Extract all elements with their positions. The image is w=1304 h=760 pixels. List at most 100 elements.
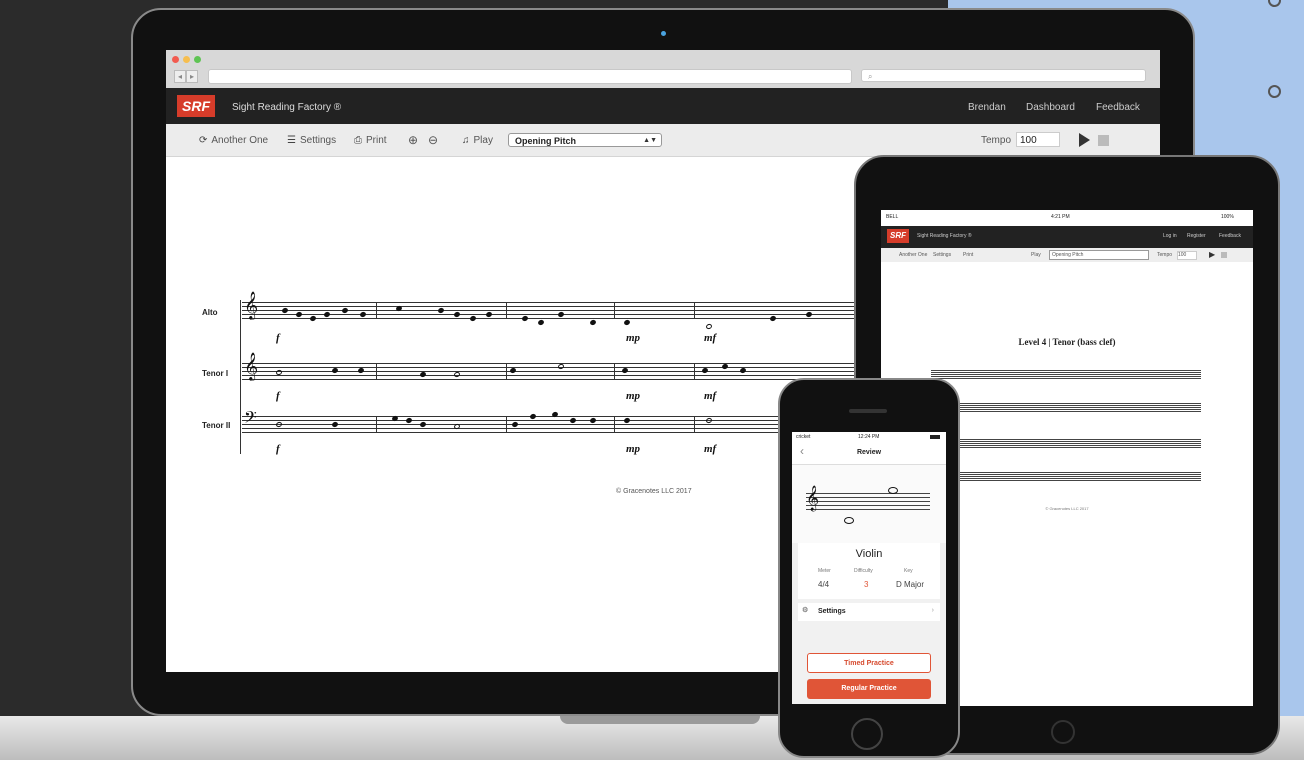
select-arrows-icon: ▲▼ <box>643 137 657 144</box>
search-icon: ⌕ <box>868 72 873 81</box>
printer-icon: ⎙ <box>354 135 362 146</box>
note <box>309 315 317 322</box>
chevron-right-icon: › <box>931 607 934 614</box>
another-one-button[interactable]: ⟳ Another One <box>199 135 268 146</box>
regular-practice-button[interactable]: Regular Practice <box>807 679 931 699</box>
tempo-label: Tempo <box>981 135 1012 146</box>
tablet-status-bar: BELL 4:21 PM 100% <box>886 214 1234 220</box>
bullet-icon <box>1268 85 1281 98</box>
tempo-input[interactable]: 100 <box>1016 132 1060 147</box>
note <box>469 315 477 322</box>
part-label-tenor-2: Tenor II <box>202 421 231 430</box>
timed-practice-button[interactable]: Timed Practice <box>807 653 931 673</box>
nav-user[interactable]: Brendan <box>968 102 1006 113</box>
phone-speaker <box>849 409 887 413</box>
phone-status-bar: cricket 12:24 PM <box>792 432 946 442</box>
part-label-alto: Alto <box>202 308 218 317</box>
piece-info-card: Violin Meter Difficulty Key 4/4 3 D Majo… <box>798 543 940 599</box>
dynamic-marking: mf <box>704 443 717 455</box>
nav-login[interactable]: Log in <box>1163 233 1177 239</box>
phone-screen: cricket 12:24 PM ‹ Review 𝄞 Violin Meter… <box>792 432 946 704</box>
play-mode-select[interactable]: Opening Pitch <box>1049 250 1149 260</box>
srf-logo[interactable]: SRF <box>177 95 215 117</box>
note <box>521 315 529 322</box>
minimize-window-icon[interactable] <box>183 56 190 63</box>
play-mode-select[interactable]: Opening Pitch ▲▼ <box>508 133 662 147</box>
play-icon[interactable]: ▶ <box>1209 250 1215 259</box>
battery-icon <box>930 435 940 439</box>
search-input[interactable]: ⌕ <box>861 69 1146 82</box>
system-barline <box>240 300 241 454</box>
note <box>537 319 545 326</box>
app-title: Sight Reading Factory ® <box>917 233 972 239</box>
stop-icon[interactable] <box>1221 252 1227 258</box>
tempo-label: Tempo <box>1157 252 1173 258</box>
settings-row[interactable]: ⚙ Settings › <box>798 603 940 621</box>
print-button[interactable]: ⎙ Print <box>354 135 387 146</box>
phone-home-button[interactable] <box>851 718 883 750</box>
bass-clef-icon: 𝄢 <box>244 409 257 431</box>
tablet-staff <box>931 370 1201 380</box>
address-bar[interactable] <box>208 69 852 84</box>
close-window-icon[interactable] <box>172 56 179 63</box>
note <box>705 323 713 330</box>
stop-icon[interactable] <box>1098 135 1109 146</box>
nav-feedback[interactable]: Feedback <box>1096 102 1140 113</box>
nav-register[interactable]: Register <box>1187 233 1206 239</box>
note <box>769 315 777 322</box>
instrument-name: Violin <box>855 548 883 560</box>
key-value: D Major <box>896 580 925 589</box>
tablet-staff <box>931 472 1201 482</box>
dynamic-marking: mp <box>626 443 641 455</box>
tablet-toolbar: Another One Settings Print Play Opening … <box>881 248 1253 262</box>
settings-button[interactable]: ☰ Settings <box>287 135 336 146</box>
difficulty-label: Difficulty <box>854 568 873 574</box>
app-title: Sight Reading Factory ® <box>232 102 342 113</box>
note <box>589 319 597 326</box>
dynamic-marking: f <box>276 332 280 344</box>
nav-feedback[interactable]: Feedback <box>1219 233 1241 239</box>
treble-clef-icon: 𝄞 <box>244 353 259 380</box>
back-arrow-icon[interactable]: ◂ <box>174 70 186 83</box>
treble-clef-icon: 𝄞 <box>806 485 820 510</box>
dynamic-marking: mf <box>704 332 717 344</box>
tablet-home-button[interactable] <box>1051 720 1075 744</box>
play-label[interactable]: Play <box>1031 252 1041 258</box>
another-one-button[interactable]: Another One <box>899 252 927 258</box>
dynamic-marking: mp <box>626 332 641 344</box>
dynamic-marking: f <box>276 443 280 455</box>
maximize-window-icon[interactable] <box>194 56 201 63</box>
note <box>888 487 898 494</box>
camera-icon <box>661 31 666 36</box>
browser-chrome: ◂ ▸ ⌕ <box>166 50 1160 88</box>
srf-logo[interactable]: SRF <box>887 229 909 243</box>
page-title: Review <box>856 449 882 456</box>
dynamic-marking: f <box>276 390 280 402</box>
zoom-out-icon[interactable]: ⊖ <box>428 133 438 147</box>
note <box>844 517 854 524</box>
note <box>623 319 631 326</box>
key-label: Key <box>904 568 913 574</box>
tablet-staff <box>931 403 1201 413</box>
tuning-fork-icon: ♫ <box>462 135 470 146</box>
zoom-in-icon[interactable]: ⊕ <box>408 133 418 147</box>
sliders-icon: ☰ <box>287 135 296 146</box>
play-label[interactable]: ♫ Play <box>462 135 493 146</box>
treble-clef-icon: 𝄞 <box>244 292 259 319</box>
tablet-staff <box>931 439 1201 449</box>
dynamic-marking: mf <box>704 390 717 402</box>
part-label-tenor-1: Tenor I <box>202 369 229 378</box>
play-icon[interactable] <box>1079 133 1090 147</box>
difficulty-value: 3 <box>864 580 869 589</box>
tempo-input[interactable]: 100 <box>1177 251 1197 260</box>
settings-button[interactable]: Settings <box>933 252 951 258</box>
level-title: Level 4 | Tenor (bass clef) <box>1018 337 1116 347</box>
meter-value: 4/4 <box>818 580 830 589</box>
forward-arrow-icon[interactable]: ▸ <box>186 70 198 83</box>
meter-label: Meter <box>818 568 831 574</box>
gear-icon: ⚙ <box>802 607 809 614</box>
nav-dashboard[interactable]: Dashboard <box>1026 102 1075 113</box>
print-button[interactable]: Print <box>963 252 973 258</box>
copyright-text: © Gracenotes LLC 2017 <box>616 488 692 495</box>
dynamic-marking: mp <box>626 390 641 402</box>
